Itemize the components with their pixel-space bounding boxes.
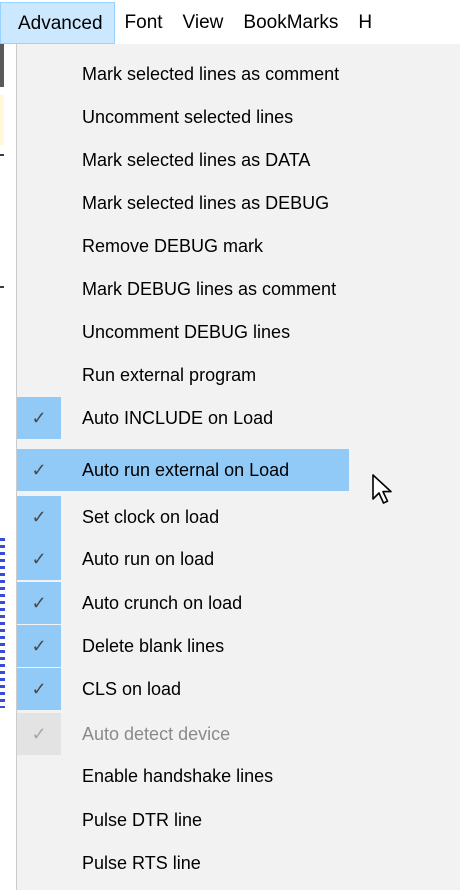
menu-bookmarks[interactable]: BookMarks [233,2,348,44]
check-icon: ✓ [17,668,61,710]
check-icon: ✓ [17,538,61,580]
menu-font[interactable]: Font [115,2,173,44]
check-icon: ✓ [17,449,61,491]
menu-item-uncomment-selected[interactable]: Uncomment selected lines [17,96,460,138]
menu-item-label: Mark selected lines as DEBUG [82,192,330,213]
menu-item-label: Mark selected lines as comment [82,63,340,84]
background-toolbar-edge [0,43,4,87]
menu-item-auto-detect-device: ✓ Auto detect device [17,713,460,755]
menu-item-label: Remove DEBUG mark [82,235,264,256]
check-icon: ✓ [17,713,61,755]
menu-bar: Advanced Font View BookMarks H [0,0,460,44]
advanced-dropdown-menu: Mark selected lines as comment Uncomment… [16,44,460,890]
menu-item-enable-handshake[interactable]: Enable handshake lines [17,755,460,797]
menu-item-label: Auto run on load [82,548,215,569]
menu-item-label: Run external program [82,364,257,385]
menu-item-label: Mark DEBUG lines as comment [82,278,337,299]
background-text-fragment [0,286,4,288]
menu-item-label: Set clock on load [82,506,220,527]
check-icon [17,53,61,95]
menu-item-label: Auto crunch on load [82,592,243,613]
menu-item-mark-debug[interactable]: Mark selected lines as DEBUG [17,182,460,224]
menu-item-cls-on-load[interactable]: ✓ CLS on load [17,668,460,710]
check-icon: ✓ [17,496,61,538]
menu-item-remove-debug[interactable]: Remove DEBUG mark [17,225,460,267]
menu-item-label: Delete blank lines [82,635,225,656]
check-icon: ✓ [17,397,61,439]
arrow-pointer-icon [372,474,392,504]
check-icon [17,139,61,181]
menu-item-mark-data[interactable]: Mark selected lines as DATA [17,139,460,181]
menu-item-label: Auto run external on Load [82,459,290,480]
check-icon: ✓ [17,625,61,667]
menu-item-pulse-dtr[interactable]: Pulse DTR line [17,799,460,841]
background-code-fragment [0,538,5,708]
menu-item-label: Auto INCLUDE on Load [82,407,274,428]
menu-item-run-external[interactable]: Run external program [17,354,460,396]
menu-item-debug-as-comment[interactable]: Mark DEBUG lines as comment [17,268,460,310]
menu-item-delete-blank[interactable]: ✓ Delete blank lines [17,625,460,667]
menu-item-label: Pulse DTR line [82,809,203,830]
check-icon [17,311,61,353]
menu-item-auto-run[interactable]: ✓ Auto run on load [17,538,460,580]
menu-item-label: Enable handshake lines [82,765,274,786]
menu-item-label: Mark selected lines as DATA [82,149,311,170]
check-icon [17,268,61,310]
check-icon [17,755,61,797]
check-icon [17,96,61,138]
menu-item-auto-crunch[interactable]: ✓ Auto crunch on load [17,582,460,624]
background-text-fragment [0,154,4,156]
check-icon [17,842,61,884]
menu-help[interactable]: H [348,2,372,44]
menu-item-label: Uncomment DEBUG lines [82,321,291,342]
menu-advanced[interactable]: Advanced [0,2,115,44]
menu-item-mark-comment[interactable]: Mark selected lines as comment [17,53,460,95]
menu-item-pulse-rts[interactable]: Pulse RTS line [17,842,460,884]
menu-item-uncomment-debug[interactable]: Uncomment DEBUG lines [17,311,460,353]
menu-view[interactable]: View [173,2,234,44]
check-icon [17,799,61,841]
menu-item-auto-run-external[interactable]: ✓ Auto run external on Load [17,449,349,491]
menu-item-label: Pulse RTS line [82,852,201,873]
menu-item-auto-include[interactable]: ✓ Auto INCLUDE on Load [17,397,460,439]
menu-item-label: CLS on load [82,678,182,699]
check-icon [17,354,61,396]
menu-item-label: Auto detect device [82,723,231,744]
background-window-edge [0,43,16,890]
check-icon [17,182,61,224]
check-icon: ✓ [17,582,61,624]
background-highlight-edge [0,95,4,145]
check-icon [17,225,61,267]
menu-item-label: Uncomment selected lines [82,106,294,127]
